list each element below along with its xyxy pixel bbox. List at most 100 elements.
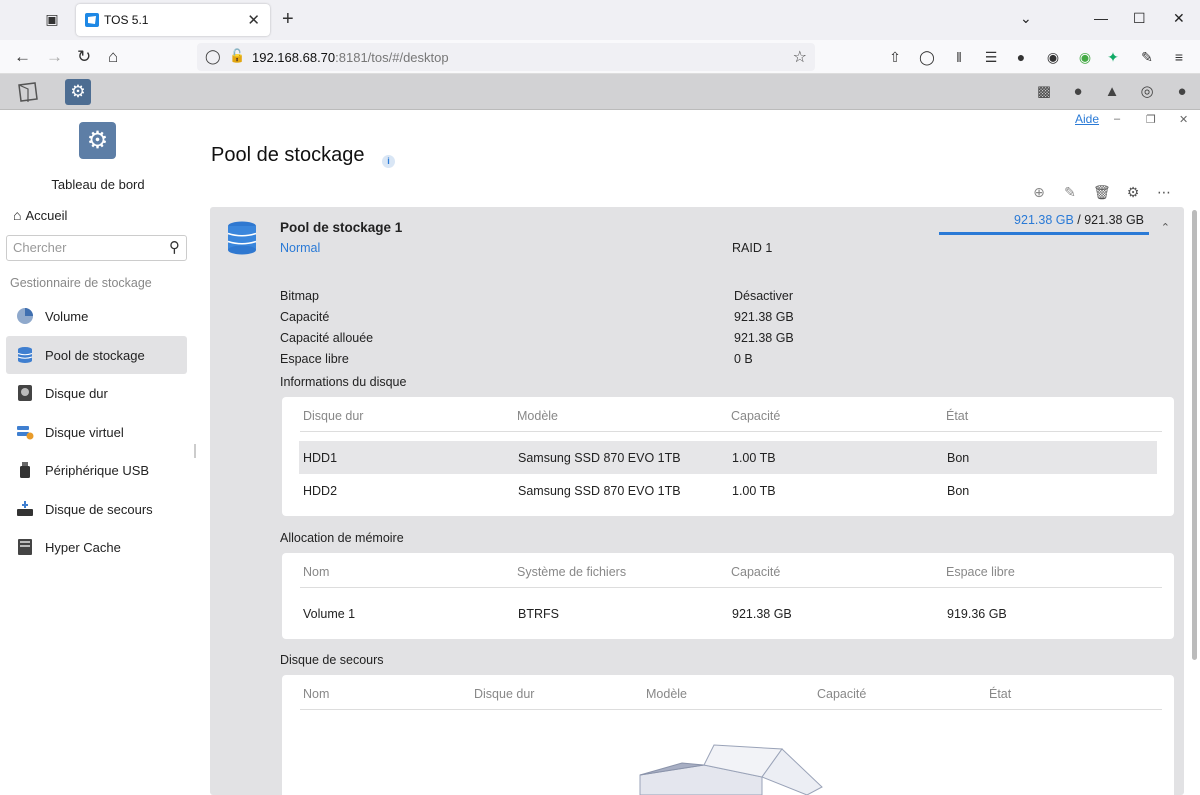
pocket-icon[interactable]: ⇧ — [886, 48, 904, 66]
table-row[interactable]: HDD2 Samsung SSD 870 EVO 1TB 1.00 TB Bon — [299, 474, 1157, 507]
extension-avatar-icon[interactable]: ◉ — [1044, 48, 1062, 66]
extension-puzzle-icon[interactable]: ✦ — [1104, 48, 1122, 66]
spare-disk-icon — [17, 501, 33, 516]
extension-toggle-icon[interactable]: ● — [1012, 48, 1030, 66]
save-icon[interactable]: ◯ — [918, 48, 936, 66]
url-bar[interactable]: ◯ 🔓 192.168.68.70:8181/tos/#/desktop ☆ — [197, 43, 815, 71]
pool-used: 921.38 GB — [1014, 213, 1074, 227]
detail-value: 921.38 GB — [734, 310, 794, 324]
settings-icon[interactable]: ⚙ — [1125, 184, 1141, 200]
column-header: Nom — [303, 565, 330, 579]
monitor-icon[interactable]: ▩ — [1034, 82, 1054, 102]
column-header: Disque dur — [303, 409, 364, 423]
header-divider — [300, 431, 1162, 432]
close-window-icon[interactable]: ✕ — [1173, 10, 1185, 27]
virtual-disk-icon — [17, 426, 34, 440]
maximize-window-icon[interactable]: ☐ — [1133, 10, 1146, 27]
pool-capacity-readout: 921.38 GB / 921.38 GB — [1014, 213, 1144, 227]
column-header: Système de fichiers — [517, 565, 627, 579]
sidebar-resize-handle[interactable] — [194, 444, 196, 458]
pool-raid-level: RAID 1 — [732, 241, 773, 255]
bookmark-star-icon[interactable]: ☆ — [793, 47, 807, 67]
sidebar-item-virtual-disk[interactable]: Disque virtuel — [6, 413, 187, 451]
column-header: Capacité — [731, 409, 781, 423]
insecure-lock-icon[interactable]: 🔓 — [229, 48, 245, 64]
allocation-title: Allocation de mémoire — [280, 531, 404, 545]
sidebar-item-usb[interactable]: Périphérique USB — [6, 451, 187, 489]
header-divider — [300, 709, 1162, 710]
browser-tab-bar: ▣ TOS 5.1 ✕ + ⌄ — ☐ ✕ — [0, 0, 1200, 40]
home-icon[interactable]: ⌂ — [108, 47, 118, 67]
column-header: Modèle — [517, 409, 558, 423]
table-cell: BTRFS — [518, 607, 559, 621]
table-cell: 1.00 TB — [732, 484, 776, 498]
search-input[interactable] — [13, 240, 163, 255]
sidebar-item-spare-disk[interactable]: Disque de secours — [6, 490, 187, 528]
new-tab-icon[interactable]: + — [282, 8, 294, 30]
window-close-icon[interactable]: ✕ — [1179, 113, 1188, 126]
search-icon[interactable]: ⚲ — [169, 238, 180, 256]
tab-title: TOS 5.1 — [104, 13, 149, 27]
delete-icon[interactable]: 🗑 — [1093, 184, 1111, 200]
back-icon[interactable]: ← — [14, 47, 31, 67]
home-link[interactable]: ⌂ Accueil — [13, 207, 67, 223]
sidebar-item-label: Volume — [45, 309, 89, 324]
desktop-icon[interactable] — [16, 81, 40, 103]
library-icon[interactable]: ‖ — [950, 48, 968, 66]
window-minimize-icon[interactable]: – — [1114, 113, 1120, 125]
sidebar-search[interactable]: ⚲ — [6, 235, 187, 261]
sidebar-item-volume[interactable]: Volume — [6, 297, 187, 335]
pool-status: Normal — [280, 241, 321, 255]
user-icon[interactable]: ● — [1172, 82, 1192, 102]
extension-bars-icon[interactable]: ☰ — [982, 48, 1000, 66]
tab-overflow-chevron-icon[interactable]: ⌄ — [1020, 10, 1032, 27]
dashboard-label[interactable]: Tableau de bord — [0, 177, 196, 192]
content-scrollbar[interactable] — [1192, 210, 1197, 660]
add-icon[interactable]: ⊕ — [1031, 184, 1047, 200]
browser-tab[interactable]: TOS 5.1 ✕ — [76, 4, 270, 36]
tab-close-icon[interactable]: ✕ — [247, 11, 260, 29]
pool-total: 921.38 GB — [1084, 213, 1144, 227]
help-link[interactable]: Aide — [1075, 112, 1099, 126]
edit-icon[interactable]: ✎ — [1062, 184, 1078, 200]
table-cell: Bon — [947, 451, 970, 465]
control-panel-app-icon[interactable]: ⚙ — [65, 79, 91, 105]
extensions-icon[interactable]: ✎ — [1138, 48, 1156, 66]
spare-disk-table: Nom Disque dur Modèle Capacité État — [282, 675, 1174, 795]
column-header: Capacité — [731, 565, 781, 579]
collapse-chevron-icon[interactable]: ⌃ — [1161, 221, 1170, 234]
disk-info-table: Disque dur Modèle Capacité État HDD1 Sam… — [282, 397, 1174, 516]
hard-disk-icon — [18, 385, 32, 401]
forward-icon[interactable]: → — [46, 47, 63, 67]
table-row[interactable]: HDD1 Samsung SSD 870 EVO 1TB 1.00 TB Bon — [299, 441, 1157, 474]
sidebar-item-hard-disk[interactable]: Disque dur — [6, 374, 187, 412]
globe-icon[interactable]: ◎ — [1137, 82, 1157, 102]
bell-icon[interactable]: ▲ — [1102, 82, 1122, 102]
window-restore-icon[interactable]: ❐ — [1146, 113, 1156, 126]
sidebar-item-label: Disque dur — [45, 386, 108, 401]
info-icon[interactable]: i — [382, 155, 395, 168]
home-label: Accueil — [25, 208, 68, 223]
column-header: État — [946, 409, 969, 423]
tos-favicon-icon — [85, 13, 99, 27]
chat-icon[interactable]: ● — [1068, 82, 1088, 102]
sidebar-item-hyper-cache[interactable]: Hyper Cache — [6, 528, 187, 566]
column-header: Nom — [303, 687, 330, 701]
app-menu-icon[interactable]: ≡ — [1170, 48, 1188, 66]
reload-icon[interactable]: ↻ — [77, 47, 91, 67]
table-row[interactable]: Volume 1 BTRFS 921.38 GB 919.36 GB — [299, 597, 1157, 630]
tracking-shield-icon[interactable]: ◯ — [205, 48, 221, 65]
extension-badge-icon[interactable]: ◉ — [1076, 48, 1094, 66]
sidebar-item-storage-pool[interactable]: Pool de stockage — [6, 336, 187, 374]
column-header: Modèle — [646, 687, 687, 701]
section-title: Gestionnaire de stockage — [10, 276, 152, 290]
dashboard-gear-icon[interactable]: ⚙ — [79, 122, 116, 159]
more-icon[interactable]: ⋯ — [1156, 184, 1172, 200]
minimize-window-icon[interactable]: — — [1094, 10, 1108, 26]
storage-pool-panel: Pool de stockage 1 Normal RAID 1 921.38 … — [210, 207, 1184, 795]
column-header: Espace libre — [946, 565, 1015, 579]
url-text[interactable]: 192.168.68.70:8181/tos/#/desktop — [252, 50, 449, 65]
pool-capacity-separator: / — [1073, 213, 1085, 227]
sidebar-item-label: Périphérique USB — [45, 463, 150, 478]
tab-list-icon[interactable]: ▣ — [40, 8, 64, 30]
